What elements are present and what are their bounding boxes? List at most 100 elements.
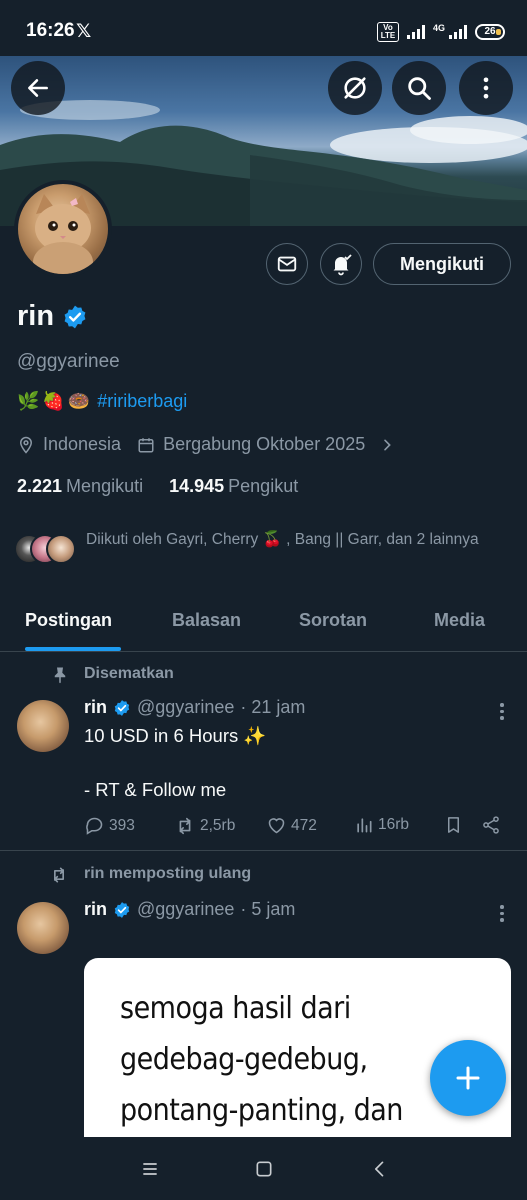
tweet-timestamp: · 5 jam [240,899,296,919]
profile-tabs: Postingan Balasan Sorotan Media [0,596,527,652]
share-action[interactable] [481,815,501,835]
reply-icon [86,817,103,835]
grok-button[interactable] [328,61,382,115]
recents-icon[interactable] [140,1159,160,1179]
arrow-left-icon [28,79,48,97]
reply-action[interactable]: 393 [84,815,135,836]
media-text-line-3: pontang-panting, dan [120,1093,403,1128]
following-label: Mengikuti [66,476,144,496]
system-nav-bar [0,1137,527,1200]
profile-joined[interactable]: Bergabung Oktober 2025 [163,434,365,455]
tab-balasan[interactable]: Balasan [172,610,241,631]
verified-badge-icon [114,699,130,716]
bookmark-icon [447,817,460,833]
followers-count: 14.945 [169,476,225,496]
repost-icon [54,867,64,883]
tweet-divider [0,850,527,851]
location-pin-icon [19,436,33,454]
tab-postingan[interactable]: Postingan [25,610,112,631]
profile-handle: @ggyarinee [17,351,120,372]
like-count: 472 [291,816,317,834]
more-button[interactable] [459,61,513,115]
profile-meta: Indonesia Bergabung Oktober 2025 [17,434,395,455]
signal-icon-2 [449,25,467,39]
kitten-avatar-image [33,194,93,274]
pin-icon [54,667,66,684]
follower-avatar-3 [46,534,76,564]
tweet-avatar[interactable] [17,700,69,752]
search-button[interactable] [392,61,446,115]
share-icon [483,816,499,834]
tweet-author-name[interactable]: rin [84,899,107,920]
message-button[interactable] [266,243,308,285]
profile-stats: 2.221 Mengikuti 14.945 Pengikut [17,476,298,497]
repost-icon [179,817,191,835]
back-nav-icon[interactable] [370,1159,390,1179]
plus-icon [456,1066,480,1090]
chevron-right-icon[interactable] [379,437,395,453]
tweet-author-handle: @ggyarinee [137,899,235,919]
signal-icon [406,25,425,39]
network-type: 4G [432,23,445,33]
like-action[interactable]: 472 [266,815,317,836]
tweet-text-line-1: 10 USD in 6 Hours ✨ [84,725,267,746]
followers-label: Pengikut [228,476,299,496]
views-action[interactable]: 16rb [354,815,409,835]
bio-emoji-strawberry: 🍓 [42,391,65,411]
profile-location: Indonesia [43,434,122,454]
repost-context-label[interactable]: rin memposting ulang [84,865,251,883]
bio-hashtag-link[interactable]: #ririberbagi [97,391,187,412]
back-button[interactable] [11,61,65,115]
media-text-line-2: gedebag-gedebug, [120,1042,368,1077]
following-stat[interactable]: 2.221 Mengikuti [17,476,143,497]
bio-emoji-donut: 🍩 [67,391,91,411]
mail-icon [277,256,297,272]
repost-count: 2,5rb [200,817,236,834]
profile-name-row: rin [17,300,88,333]
views-count: 16rb [378,816,410,833]
battery-icon: 26 [475,24,505,40]
tweet-avatar[interactable] [17,902,69,954]
profile-name: rin [17,300,55,332]
volte-badge: Vo LTE [376,22,399,42]
tweet-author-handle: @ggyarinee [137,697,235,717]
tweet-more-icon[interactable] [499,905,505,922]
tweet-more-icon[interactable] [499,703,505,720]
repost-action[interactable]: 2,5rb [174,815,235,837]
x-logo-icon: 𝕏 [76,21,92,42]
calendar-icon [138,437,154,452]
tweet-header: rin @ggyarinee · 5 jam [84,899,295,920]
followers-stat[interactable]: 14.945 Pengikut [169,476,298,497]
followed-by-text: Diikuti oleh Gayri, Cherry 🍒 , Bang || G… [86,531,479,548]
tweet-actions: 393 2,5rb 472 16rb [84,815,504,841]
more-vertical-icon [483,77,489,99]
tweet-header: rin @ggyarinee · 21 jam [84,697,305,718]
search-icon [408,77,431,100]
following-button[interactable]: Mengikuti [373,243,511,285]
notifications-button[interactable] [320,243,362,285]
tweet-author-name[interactable]: rin [84,697,107,718]
tweet-timestamp: · 21 jam [240,697,306,717]
tab-media[interactable]: Media [434,610,485,631]
bookmark-action[interactable] [444,815,463,835]
status-indicators: Vo LTE 4G 26 [376,22,505,42]
battery-level: 26 [484,26,496,37]
compose-button[interactable] [430,1040,506,1116]
tab-sorotan[interactable]: Sorotan [299,610,367,631]
profile-avatar[interactable] [14,180,112,278]
reply-count: 393 [109,816,135,834]
bio-emoji-herb: 🌿 [17,391,40,411]
status-time: 16:26 [26,20,75,41]
verified-badge-icon[interactable] [62,304,88,330]
status-bar: 16:26 𝕏 Vo LTE 4G 26 [0,0,527,56]
grok-icon [344,77,366,99]
followed-by-row[interactable]: Diikuti oleh Gayri, Cherry 🍒 , Bang || G… [14,528,514,568]
verified-badge-icon [114,901,130,918]
tweet-text-line-2: - RT & Follow me [84,779,227,800]
following-count: 2.221 [17,476,63,496]
pinned-label: Disematkan [84,665,174,682]
follower-avatars [14,534,76,568]
bell-check-icon [333,254,352,276]
media-text-line-1: semoga hasil dari [120,991,351,1026]
home-icon[interactable] [254,1159,274,1179]
